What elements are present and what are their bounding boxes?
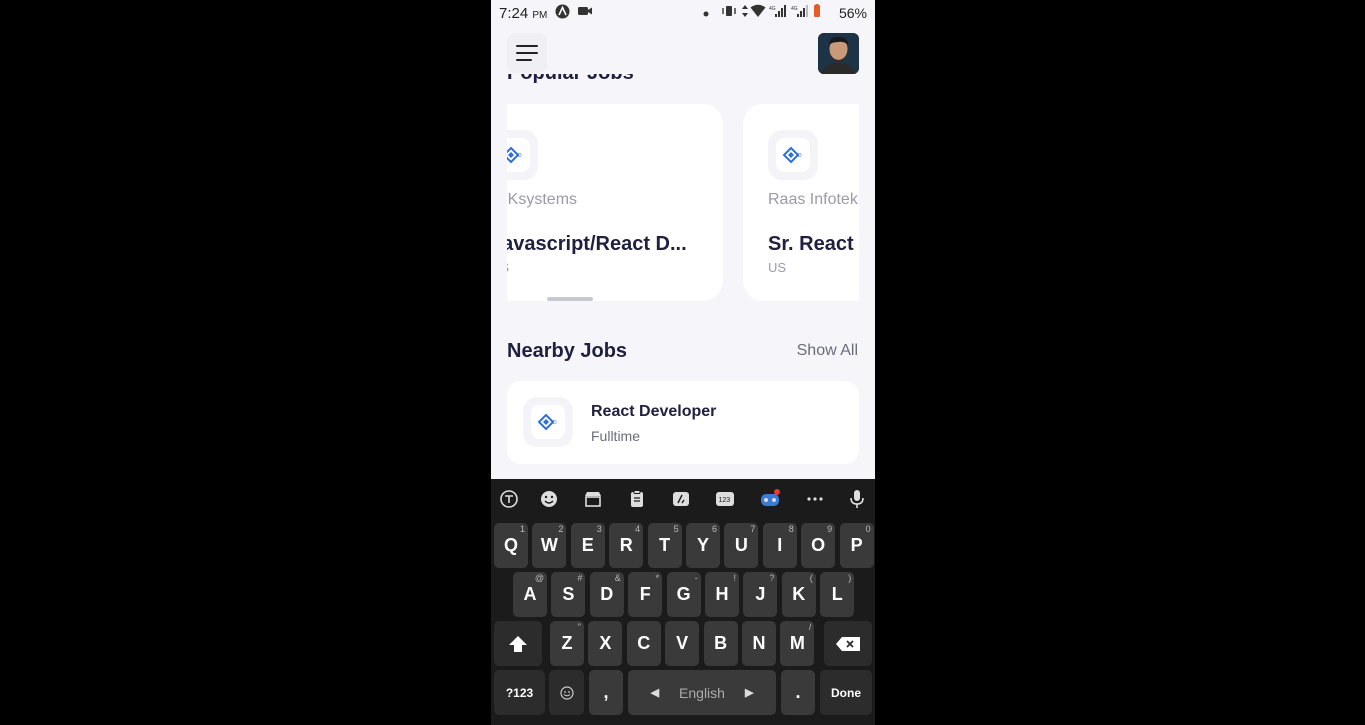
done-key[interactable]: Done [820, 670, 872, 715]
key-r[interactable]: R4 [609, 523, 644, 568]
key-m[interactable]: M / [780, 621, 815, 666]
emoji-key[interactable] [549, 670, 584, 715]
menu-icon-line [516, 59, 532, 61]
key-h[interactable]: H! [705, 572, 739, 617]
signal-1-icon: 4G [769, 4, 787, 21]
store-icon[interactable] [581, 488, 605, 512]
job-title: Sr. React [768, 233, 854, 255]
key-y[interactable]: Y6 [686, 523, 720, 568]
dot-icon [703, 5, 709, 20]
profile-avatar[interactable] [818, 33, 859, 74]
svg-text:4G: 4G [769, 6, 776, 12]
phone-screen: 7:24 PM 4G 4G 56% Popular Jobs [491, 0, 875, 725]
shift-key[interactable] [494, 621, 542, 666]
vibrate-icon [721, 4, 737, 21]
popular-jobs-carousel[interactable]: D EKsystems Javascript/React D... US D R… [507, 104, 859, 302]
menu-icon [516, 45, 538, 47]
backspace-key[interactable] [824, 621, 872, 666]
key-z[interactable]: Z " [550, 621, 584, 666]
svg-text:4G: 4G [791, 6, 798, 12]
key-j[interactable]: J? [743, 572, 778, 617]
numpad-icon[interactable]: 123 [713, 488, 737, 512]
company-name: Raas Infotek [768, 191, 858, 208]
company-logo: D [768, 130, 818, 180]
comma-key[interactable]: , [589, 670, 623, 715]
job-location: US [768, 260, 787, 275]
game-icon[interactable] [758, 488, 782, 512]
status-bar: 7:24 PM 4G 4G 56% [491, 0, 875, 27]
period-key[interactable]: . [781, 670, 815, 715]
wifi-icon [750, 4, 766, 21]
nearby-jobs-title: Nearby Jobs [507, 340, 628, 362]
soft-keyboard: 123 Q 1 W 2 E 3 R 4 T 5 Y 6 U 7 I 8 O 9 P 0 A @ S # D & F * G - H! J? K(… [491, 479, 875, 725]
key-x[interactable]: X [588, 621, 623, 666]
key-u[interactable]: U7 [724, 523, 759, 568]
key-a[interactable]: A @ [513, 572, 547, 617]
svg-text:D: D [518, 153, 522, 159]
key-e[interactable]: E3 [570, 523, 605, 568]
popular-job-card[interactable]: D EKsystems Javascript/React D... US [507, 104, 723, 301]
company-logo-icon: D [782, 146, 802, 164]
company-name: EKsystems [507, 191, 578, 208]
key-i[interactable]: I8 [762, 523, 797, 568]
key-l[interactable]: L) [820, 572, 855, 617]
company-logo-icon: D [507, 146, 522, 164]
show-all-link[interactable]: Show All [797, 342, 858, 360]
job-title: Javascript/React D... [507, 233, 687, 255]
key-p[interactable]: P0 [839, 523, 874, 568]
backspace-icon [836, 636, 860, 651]
nearby-job-card[interactable]: D React Developer Fulltime [507, 381, 859, 464]
key-c[interactable]: C [626, 621, 661, 666]
key-d[interactable]: D & [589, 572, 624, 617]
company-logo: D [523, 397, 573, 447]
company-logo: D [507, 130, 538, 180]
key-g[interactable]: G- [666, 572, 701, 617]
status-time: 7:24 PM [499, 5, 548, 22]
shift-icon [509, 635, 527, 652]
data-transfer-icon [741, 4, 749, 21]
emoji-icon[interactable] [537, 488, 561, 512]
clipboard-icon[interactable] [625, 488, 649, 512]
microphone-icon[interactable] [845, 488, 869, 512]
app-notification-icon [555, 4, 570, 22]
translate-icon[interactable] [497, 488, 521, 512]
key-f[interactable]: F * [628, 572, 663, 617]
key-q[interactable]: Q1 [494, 523, 528, 568]
battery-icon [813, 4, 821, 21]
key-w[interactable]: W2 [532, 523, 567, 568]
menu-icon-line [516, 52, 538, 54]
emoji-small-icon [559, 685, 574, 700]
key-v[interactable]: V [665, 621, 700, 666]
battery-level: 56% [838, 5, 867, 21]
svg-text:D: D [798, 153, 802, 159]
signal-2-icon: 4G [791, 4, 809, 21]
job-title: React Developer [591, 403, 717, 420]
key-s[interactable]: S # [551, 572, 586, 617]
carousel-scroll-indicator [547, 297, 593, 301]
popular-job-card[interactable]: D Raas Infotek Sr. React US [743, 104, 859, 301]
key-k[interactable]: K( [781, 572, 816, 617]
key-n[interactable]: N [742, 621, 776, 666]
keyboard-toolbar: 123 [491, 479, 875, 521]
job-location: US [507, 260, 509, 275]
text-edit-icon[interactable] [669, 488, 693, 512]
svg-text:123: 123 [719, 497, 731, 504]
svg-text:D: D [553, 420, 557, 426]
symbols-key[interactable]: ?123 [494, 670, 545, 715]
key-o[interactable]: O9 [801, 523, 836, 568]
menu-button[interactable] [507, 33, 547, 73]
job-type: Fulltime [591, 428, 641, 444]
more-icon[interactable] [803, 488, 827, 512]
video-icon [577, 4, 593, 21]
space-key[interactable]: ◀ English ▶ [628, 670, 776, 715]
key-t[interactable]: T5 [647, 523, 682, 568]
key-b[interactable]: B [703, 621, 738, 666]
company-logo-icon: D [537, 413, 557, 431]
